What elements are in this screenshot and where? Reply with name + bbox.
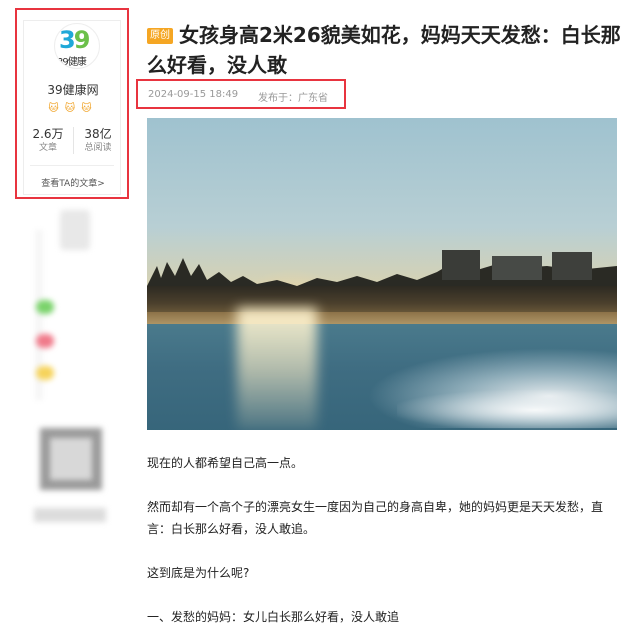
stat-articles: 2.6万 文章 [24,127,72,154]
wave-foam [397,390,617,430]
author-card: 39 39健康 39健康网 🐱🐱🐱 2.6万 文章 38亿 总阅读 查看TA的文… [23,20,121,195]
blurred-text [34,508,106,522]
blurred-share-icon[interactable] [36,334,54,348]
stat-articles-value: 2.6万 [32,127,64,141]
avatar[interactable]: 39 39健康 [54,23,100,69]
badge-icons: 🐱🐱🐱 [48,103,98,114]
author-name[interactable]: 39健康网 [24,81,122,98]
card-divider [30,165,114,166]
sun-reflection [237,308,317,430]
view-articles-link[interactable]: 查看TA的文章> [24,176,122,189]
publish-date: 2024-09-15 18:49 [148,89,239,100]
publish-location: 发布于：广东省 [258,93,328,104]
hero-photo [147,118,617,430]
blurred-share-icon[interactable] [36,300,54,314]
avatar-logo-icon: 39 [59,26,90,54]
author-card-highlight: 39 39健康 39健康网 🐱🐱🐱 2.6万 文章 38亿 总阅读 查看TA的文… [15,8,129,199]
stat-reads-label: 总阅读 [84,143,112,153]
article-paragraph: 现在的人都希望自己高一点。 [147,456,304,470]
article-paragraph: 然而却有一个高个子的漂亮女生一度因为自己的身高自卑，她的妈妈更是天天发愁，直言：… [147,500,604,536]
blurred-qr-code-inner [50,438,92,480]
stat-articles-label: 文章 [38,143,57,153]
meta-highlight: 2024-09-15 18:49 发布于：广东省 [136,79,346,109]
stat-reads-value: 38亿 [84,127,112,141]
shoreline [147,286,617,314]
author-stats: 2.6万 文章 38亿 总阅读 [24,127,122,157]
avatar-logo-sub: 39健康 [57,57,87,68]
stat-reads: 38亿 总阅读 [73,127,122,154]
blurred-share-icon[interactable] [36,366,54,380]
article-paragraph: 这到底是为什么呢? [147,566,250,580]
original-tag: 原创 [147,28,173,44]
article-paragraph: 一、发愁的妈妈：女儿白长那么好看，没人敢追 [147,610,400,624]
article-title: 女孩身高2米26貌美如花，妈妈天天发愁：白长那么好看，没人敢 [147,23,621,77]
blurred-logo [60,210,90,250]
